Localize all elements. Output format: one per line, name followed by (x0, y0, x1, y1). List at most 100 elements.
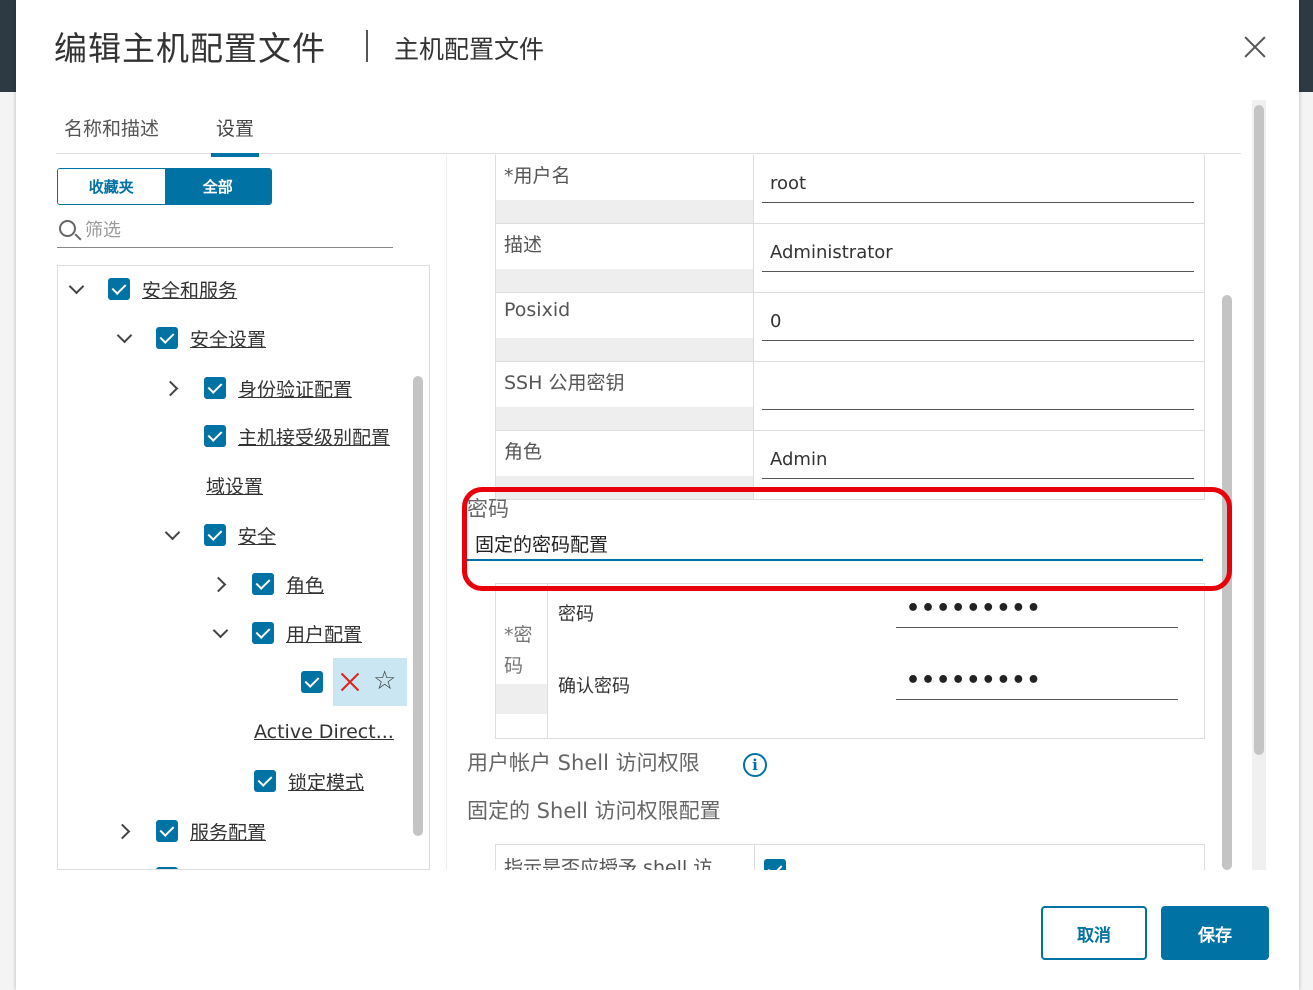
checkbox[interactable] (254, 770, 276, 792)
shell-access-table: 指示是否应授予 shell 访 (495, 844, 1205, 870)
checkbox[interactable] (204, 377, 226, 399)
chevron-right-icon[interactable] (210, 573, 232, 595)
property-value: root (770, 173, 807, 194)
tree-node-label[interactable]: Active Direct... (254, 721, 394, 743)
close-icon[interactable] (1242, 34, 1268, 60)
filter-input[interactable] (85, 216, 385, 244)
password-policy-select[interactable]: 固定的密码配置 (467, 525, 1203, 561)
property-row-username: *用户名 root (496, 155, 1204, 224)
property-label: *用户名 (504, 165, 571, 187)
tree-node-service-config: 服务配置 (114, 816, 266, 846)
password-section-title: 密码 (467, 497, 509, 521)
checkbox[interactable] (156, 327, 178, 349)
tree-node-partial (156, 863, 178, 869)
dialog-subtitle: 主机配置文件 (394, 35, 545, 64)
edit-host-profile-dialog: 编辑主机配置文件 主机配置文件 名称和描述 设置 收藏夹 全部 安全和服务 安全… (16, 0, 1299, 990)
password-policy-value: 固定的密码配置 (475, 534, 609, 556)
star-icon[interactable]: ☆ (373, 666, 396, 696)
property-label-cell: 角色 (496, 431, 754, 499)
checkbox[interactable] (204, 524, 226, 546)
user-property-table: *用户名 root 描述 Administrator Posixid 0 SSH… (495, 155, 1205, 500)
background-app-left (0, 0, 16, 990)
tree-node-security-settings: 安全设置 (114, 323, 266, 353)
property-label-cell: 描述 (496, 224, 754, 292)
tree-node-user-instance (301, 667, 323, 697)
checkbox[interactable] (204, 425, 226, 447)
filter-field (57, 212, 393, 248)
confirm-password-field[interactable]: ••••••••• (896, 668, 1178, 700)
description-field[interactable]: Administrator (762, 238, 1194, 272)
search-icon (59, 220, 76, 237)
dialog-title: 编辑主机配置文件 (54, 29, 326, 68)
tree-node-label[interactable]: 角色 (286, 571, 324, 598)
property-row-ssh-key: SSH 公用密钥 (496, 362, 1204, 431)
username-field[interactable]: root (762, 169, 1194, 203)
property-row-role: 角色 Admin (496, 431, 1204, 500)
chevron-right-icon[interactable] (162, 377, 184, 399)
property-value: Admin (770, 449, 828, 470)
confirm-password-value: ••••••••• (906, 668, 1042, 693)
property-label-filler (496, 338, 753, 361)
tree-scrollbar[interactable] (413, 376, 423, 836)
property-value: 0 (770, 311, 782, 332)
tree-node-security-services: 安全和服务 (66, 274, 237, 304)
property-label-filler (496, 407, 753, 430)
posixid-field[interactable]: 0 (762, 307, 1194, 341)
tree-node-label[interactable]: 安全和服务 (142, 276, 237, 303)
property-label-filler (496, 269, 753, 292)
tree-node-label[interactable]: 身份验证配置 (238, 375, 352, 402)
remove-icon[interactable] (339, 671, 361, 693)
property-label: 描述 (504, 234, 543, 256)
role-field[interactable]: Admin (762, 445, 1194, 479)
property-label: 角色 (504, 441, 543, 463)
title-divider (366, 30, 368, 62)
background-app-right (1299, 0, 1313, 990)
ssh-key-field[interactable] (762, 376, 1194, 410)
tree-node-label[interactable]: 域设置 (206, 472, 263, 499)
tree-node-host-acceptance: 主机接受级别配置 (204, 421, 390, 451)
selected-node-actions: ☆ (333, 658, 407, 706)
chevron-down-icon[interactable] (162, 524, 184, 546)
chevron-right-icon[interactable] (114, 820, 136, 842)
cancel-button[interactable]: 取消 (1041, 906, 1147, 960)
tree-node-auth-config: 身份验证配置 (162, 373, 352, 403)
tree-node-active-directory: Active Direct... (254, 717, 394, 747)
tab-name-description[interactable]: 名称和描述 (64, 114, 159, 153)
property-label-cell: SSH 公用密钥 (496, 362, 754, 430)
tree-node-label[interactable]: 锁定模式 (288, 768, 364, 795)
tree-node-security: 安全 (162, 520, 276, 550)
info-icon[interactable]: i (743, 753, 767, 777)
tree-node-label[interactable]: 用户配置 (286, 620, 362, 647)
tab-bar: 名称和描述 设置 (56, 100, 1241, 157)
background-app-header-right (1299, 0, 1313, 92)
password-group-cell: *密码 (496, 584, 548, 738)
tree-node-lockdown-mode: 锁定模式 (254, 766, 364, 796)
checkbox[interactable] (108, 278, 130, 300)
chevron-down-icon[interactable] (66, 278, 88, 300)
property-label: Posixid (504, 299, 571, 321)
checkbox[interactable] (156, 867, 178, 869)
outer-scrollbar[interactable] (1254, 105, 1264, 755)
tree-node-label[interactable]: 服务配置 (190, 818, 266, 845)
save-button[interactable]: 保存 (1161, 906, 1269, 960)
tree-node-roles: 角色 (210, 569, 324, 599)
property-label-filler (496, 200, 753, 223)
property-label-filler (496, 476, 753, 499)
tree-node-label[interactable]: 主机接受级别配置 (238, 423, 390, 450)
chevron-down-icon[interactable] (114, 327, 136, 349)
shell-access-checkbox[interactable] (764, 859, 786, 870)
checkbox[interactable] (252, 573, 274, 595)
checkbox[interactable] (156, 820, 178, 842)
property-label-cell: Posixid (496, 293, 754, 361)
shell-access-row-label: 指示是否应授予 shell 访 (504, 857, 713, 870)
property-row-posixid: Posixid 0 (496, 293, 1204, 362)
tree-node-label[interactable]: 安全设置 (190, 325, 266, 352)
checkbox[interactable] (301, 671, 323, 693)
tree-node-label[interactable]: 安全 (238, 522, 276, 549)
all-toggle-button[interactable]: 全部 (164, 169, 271, 204)
tab-settings[interactable]: 设置 (211, 114, 260, 157)
password-field[interactable]: ••••••••• (896, 596, 1178, 628)
chevron-down-icon[interactable] (210, 622, 232, 644)
checkbox[interactable] (252, 622, 274, 644)
favorites-toggle-button[interactable]: 收藏夹 (58, 169, 165, 204)
